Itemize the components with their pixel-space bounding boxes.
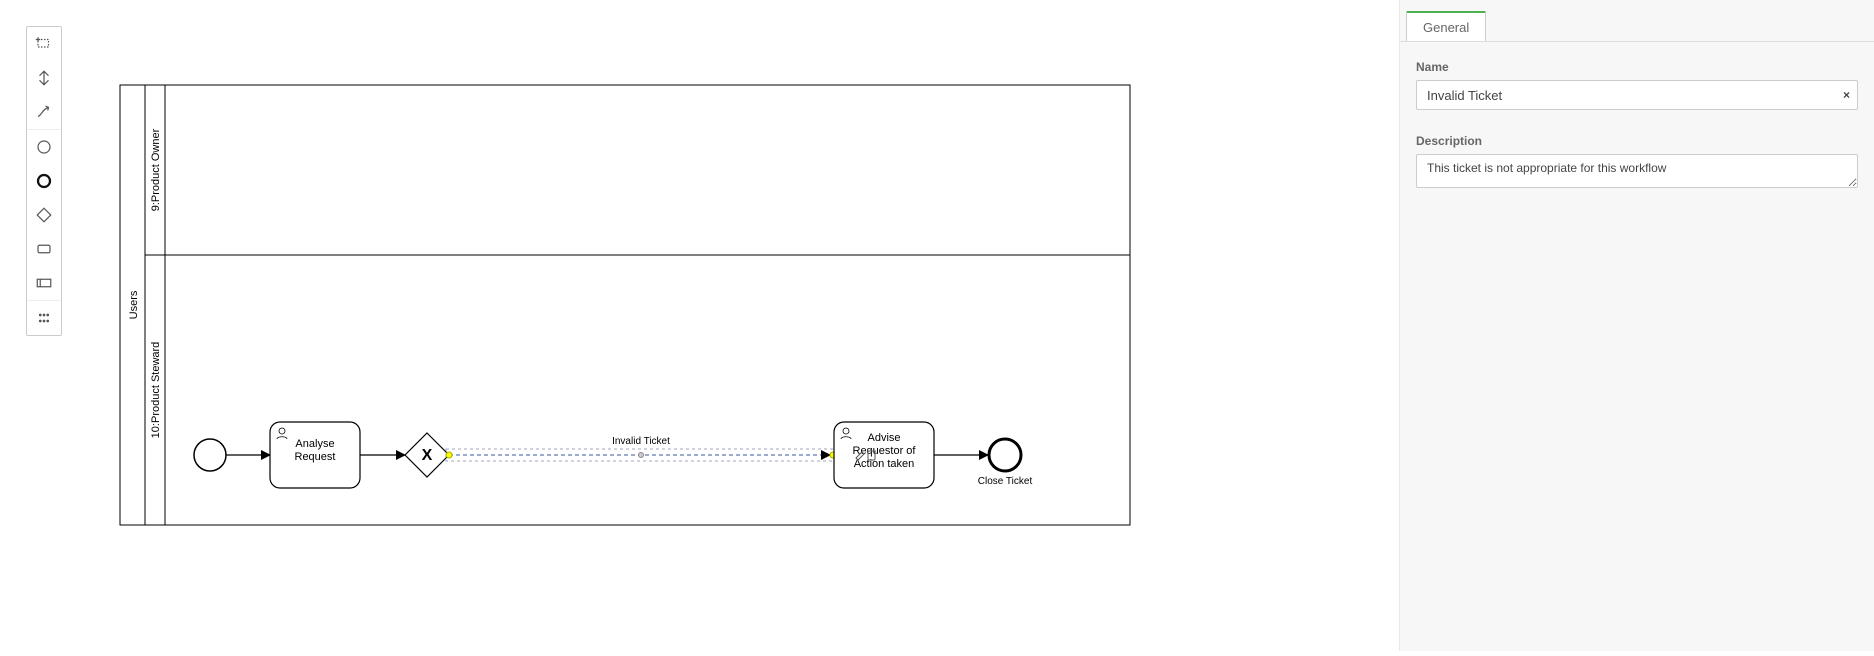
hand-tool[interactable] (27, 27, 61, 61)
svg-text:X: X (422, 447, 433, 464)
app-root: Users 9:Product Owner 10:Product Steward (0, 0, 1874, 651)
end-event-tool[interactable] (27, 164, 61, 198)
task-advise-label: Advise Requestor of Action taken (834, 432, 934, 471)
description-label: Description (1416, 134, 1858, 148)
task-advise-requestor[interactable]: Advise Requestor of Action taken (834, 422, 934, 488)
tool-palette (26, 26, 62, 336)
pool-label: Users (128, 290, 140, 319)
properties-panel: General Name × Description (1399, 0, 1874, 651)
end-event-label: Close Ticket (978, 476, 1033, 487)
name-label: Name (1416, 60, 1858, 74)
flow-invalid-label: Invalid Ticket (612, 436, 670, 447)
lane2-label: 10:Product Steward (150, 342, 162, 439)
lasso-tool[interactable] (27, 61, 61, 95)
lane1-label: 9:Product Owner (150, 128, 162, 211)
start-event-tool[interactable] (27, 130, 61, 164)
bpmn-svg: Users 9:Product Owner 10:Product Steward (70, 0, 1399, 651)
task-tool[interactable] (27, 232, 61, 266)
diagram-canvas[interactable]: Users 9:Product Owner 10:Product Steward (70, 0, 1399, 651)
task-analyse-request[interactable]: Analyse Request (270, 422, 360, 488)
panel-tabs: General (1400, 0, 1874, 42)
name-input[interactable] (1416, 80, 1858, 110)
pool-tool[interactable] (27, 266, 61, 300)
tab-general-label: General (1423, 20, 1469, 35)
task-analyse-label: Analyse Request (270, 438, 360, 464)
data-object-tool[interactable] (27, 301, 61, 335)
gateway-tool[interactable] (27, 198, 61, 232)
description-input[interactable] (1416, 154, 1858, 188)
connect-tool[interactable] (27, 95, 61, 129)
start-event[interactable] (194, 439, 226, 471)
tab-general[interactable]: General (1406, 11, 1486, 41)
clear-name-icon[interactable]: × (1843, 80, 1850, 110)
